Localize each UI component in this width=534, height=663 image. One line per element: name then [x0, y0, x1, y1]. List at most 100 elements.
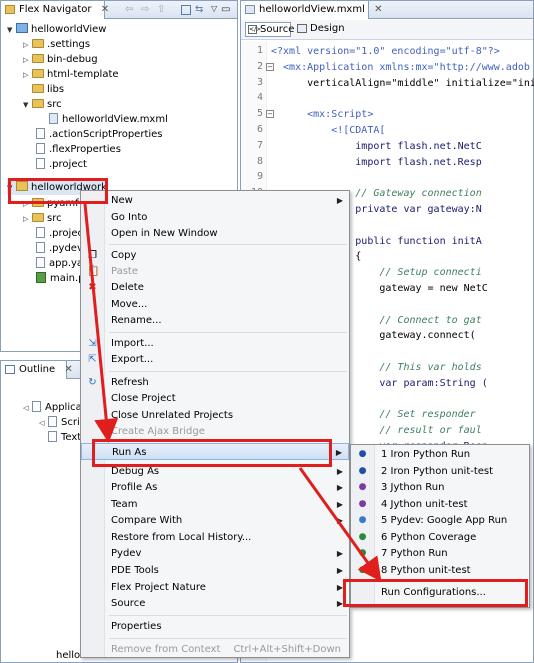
- menu-item-pydev[interactable]: Pydev ▶: [81, 545, 349, 562]
- close-icon[interactable]: ✕: [64, 364, 72, 375]
- tree-item-file[interactable]: .actionScriptProperties: [36, 128, 163, 142]
- expand-toggle-icon[interactable]: ◁: [23, 401, 32, 415]
- line-number: 8: [256, 155, 263, 167]
- back-icon[interactable]: ⇦: [125, 4, 137, 16]
- tree-item-file[interactable]: .flexProperties: [36, 143, 121, 157]
- expand-toggle-icon[interactable]: ▼: [23, 98, 32, 112]
- submenu-item-8-python-unit-test[interactable]: ● 8 Python unit-test: [351, 562, 529, 579]
- folder-icon: [32, 54, 44, 63]
- menu-item-label: PDE Tools: [111, 565, 159, 576]
- tag-icon: [32, 401, 41, 412]
- minimize-icon[interactable]: ▭: [221, 4, 230, 16]
- menu-item-label: Debug As: [111, 466, 160, 477]
- tree-item-folder[interactable]: ▷ src: [23, 212, 62, 226]
- view-menu-icon[interactable]: ▽: [211, 4, 221, 16]
- google-app-icon: ●: [358, 515, 367, 525]
- menu-item-source[interactable]: Source ▶: [81, 595, 349, 612]
- tree-item-folder[interactable]: libs: [23, 83, 64, 97]
- code-line[interactable]: <![CDATA[: [271, 124, 385, 137]
- menu-item-label: Import...: [111, 338, 154, 349]
- tree-item-folder[interactable]: ▷ bin-debug: [23, 53, 98, 67]
- tab-outline[interactable]: Outline ✕: [1, 361, 73, 379]
- menu-item-properties[interactable]: Properties: [81, 618, 349, 635]
- tree-item-folder[interactable]: ▷ html-template: [23, 68, 119, 82]
- submenu-item-7-python-run[interactable]: ● 7 Python Run: [351, 545, 529, 562]
- tree-item-file[interactable]: helloworldView.mxml: [49, 113, 168, 127]
- folder-icon: [32, 213, 44, 222]
- menu-item-move[interactable]: Move...: [81, 296, 349, 313]
- menu-item-copy[interactable]: ❐ Copy: [81, 247, 349, 264]
- menu-item-label: 4 Jython unit-test: [381, 499, 468, 510]
- expand-toggle-icon[interactable]: ▷: [23, 68, 32, 82]
- menu-item-label: Team: [111, 499, 138, 510]
- tree-item-file[interactable]: .project: [36, 158, 87, 172]
- menu-item-close-project[interactable]: Close Project: [81, 390, 349, 407]
- menu-item-label: 8 Python unit-test: [381, 565, 471, 576]
- submenu-arrow-icon: ▶: [335, 448, 342, 457]
- line-number: 6: [256, 124, 263, 135]
- source-mode-button[interactable]: </> Source: [245, 22, 294, 37]
- tree-item-folder[interactable]: ▷ .settings: [23, 38, 90, 52]
- tree-item-label: src: [47, 99, 62, 110]
- menu-item-new[interactable]: New ▶: [81, 192, 349, 209]
- submenu-item-4-jython-unit-test[interactable]: ● 4 Jython unit-test: [351, 496, 529, 513]
- code-line[interactable]: import flash.net.Resp: [271, 156, 481, 169]
- textarea-icon: [48, 431, 57, 442]
- expand-toggle-icon[interactable]: ◁: [39, 416, 48, 430]
- menu-item-team[interactable]: Team ▶: [81, 496, 349, 513]
- menu-item-create-ajax-bridge[interactable]: Create Ajax Bridge: [81, 423, 349, 440]
- close-icon[interactable]: ✕: [374, 4, 382, 15]
- python-coverage-icon: ●: [358, 532, 367, 542]
- code-line[interactable]: <?xml version="1.0" encoding="utf-8"?>: [271, 45, 500, 58]
- menu-item-go-into[interactable]: Go Into: [81, 209, 349, 226]
- tab-flex-navigator[interactable]: Flex Navigator ✕: [1, 1, 109, 19]
- menu-item-open-in-new-window[interactable]: Open in New Window: [81, 225, 349, 242]
- design-mode-label: Design: [310, 23, 345, 34]
- menu-item-export[interactable]: ⇱ Export...: [81, 351, 349, 368]
- python-icon: ●: [358, 548, 367, 558]
- menu-item-profile-as[interactable]: Profile As ▶: [81, 479, 349, 496]
- expand-toggle-icon[interactable]: ▷: [23, 38, 32, 52]
- menu-item-paste[interactable]: 📋 Paste: [81, 263, 349, 280]
- up-icon[interactable]: ⇧: [157, 4, 169, 16]
- expand-toggle-icon[interactable]: ▷: [23, 53, 32, 67]
- menu-item-delete[interactable]: ✖ Delete: [81, 279, 349, 296]
- menu-item-restore-from-local-history[interactable]: Restore from Local History...: [81, 529, 349, 546]
- close-icon[interactable]: ✕: [101, 4, 109, 15]
- code-line[interactable]: verticalAlign="middle" initialize="ini: [271, 77, 534, 90]
- export-icon: ⇱: [88, 354, 97, 365]
- menu-item-import[interactable]: ⇲ Import...: [81, 335, 349, 352]
- folder-icon: [32, 84, 44, 93]
- menu-item-pde-tools[interactable]: PDE Tools ▶: [81, 562, 349, 579]
- menu-item-label: Create Ajax Bridge: [111, 426, 205, 437]
- submenu-item-1-iron-python-run[interactable]: ● 1 Iron Python Run: [351, 446, 529, 463]
- code-line[interactable]: <mx:Application xmlns:mx="http://www.ado…: [271, 61, 530, 74]
- tree-item-folder[interactable]: ▼ src: [23, 98, 62, 112]
- submenu-item-3-jython-run[interactable]: ● 3 Jython Run: [351, 479, 529, 496]
- submenu-arrow-icon: ▶: [336, 566, 343, 575]
- line-number: 2: [256, 60, 263, 72]
- menu-item-flex-project-nature[interactable]: Flex Project Nature ▶: [81, 579, 349, 596]
- menu-item-refresh[interactable]: ↻ Refresh: [81, 374, 349, 391]
- menu-item-compare-with[interactable]: Compare With ▶: [81, 512, 349, 529]
- menu-item-rename[interactable]: Rename...: [81, 312, 349, 329]
- expand-toggle-icon[interactable]: ▷: [23, 212, 32, 226]
- submenu-item-5-pydev-google-app-run[interactable]: ● 5 Pydev: Google App Run: [351, 512, 529, 529]
- code-line[interactable]: <mx:Script>: [271, 108, 373, 121]
- forward-icon[interactable]: ⇨: [141, 4, 153, 16]
- menu-item-close-unrelated-projects[interactable]: Close Unrelated Projects: [81, 407, 349, 424]
- submenu-item-6-python-coverage[interactable]: ● 6 Python Coverage: [351, 529, 529, 546]
- editor-tab-title: helloworldView.mxml: [259, 4, 365, 15]
- design-mode-button[interactable]: Design: [295, 22, 345, 37]
- submenu-item-2-iron-python-unit-test[interactable]: ● 2 Iron Python unit-test: [351, 463, 529, 480]
- code-line[interactable]: import flash.net.NetC: [271, 140, 481, 153]
- link-editor-icon[interactable]: ⇆: [195, 4, 207, 16]
- menu-item-label: Delete: [111, 282, 144, 293]
- menu-item-remove-from-context[interactable]: Remove from Context Ctrl+Alt+Shift+Down: [81, 641, 349, 658]
- menu-item-label: Open in New Window: [111, 228, 218, 239]
- collapse-all-icon[interactable]: [181, 5, 191, 15]
- expand-toggle-icon[interactable]: ▼: [7, 23, 16, 37]
- tree-item-project[interactable]: ▼ helloworldView: [7, 23, 106, 37]
- menu-separator: [109, 638, 347, 639]
- tab-helloworldview-mxml[interactable]: helloworldView.mxml ✕: [241, 1, 382, 19]
